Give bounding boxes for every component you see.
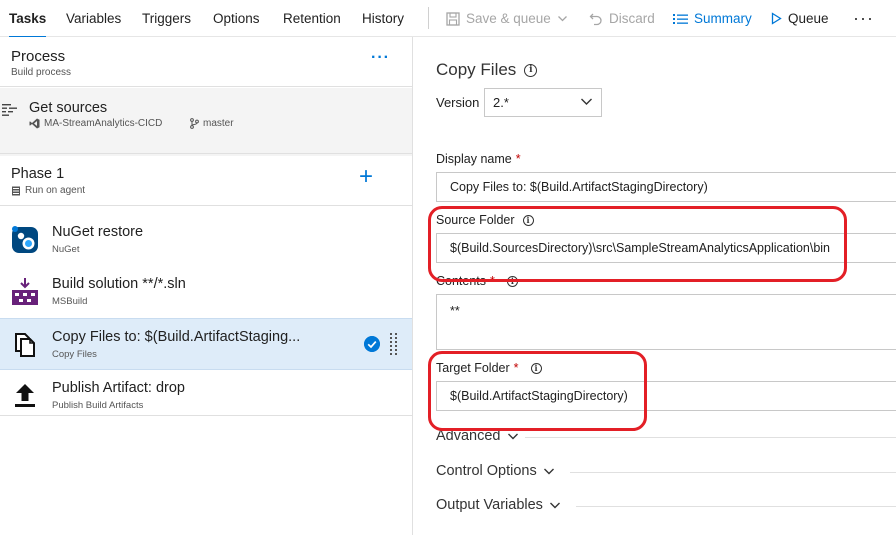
chevron-down-icon bbox=[543, 468, 554, 475]
agent-icon bbox=[12, 186, 20, 195]
display-name-label: Display name bbox=[436, 152, 512, 166]
visual-studio-icon bbox=[29, 118, 40, 129]
chevron-down-icon bbox=[507, 433, 518, 440]
version-value: 2.* bbox=[493, 95, 509, 110]
msbuild-icon bbox=[12, 278, 38, 305]
process-title: Process bbox=[11, 48, 66, 65]
branch-icon bbox=[190, 118, 199, 129]
task-name: Build solution **/*.sln bbox=[52, 276, 186, 292]
required-marker: * bbox=[515, 152, 521, 166]
required-marker: * bbox=[513, 361, 519, 375]
tab-retention[interactable]: Retention bbox=[283, 0, 341, 37]
chevron-down-icon bbox=[557, 16, 567, 22]
sources-list-icon bbox=[2, 104, 17, 116]
copy-files-icon bbox=[15, 333, 35, 357]
contents-label: Contents bbox=[436, 274, 487, 288]
task-type: NuGet bbox=[52, 244, 80, 255]
chevron-down-icon bbox=[581, 98, 592, 105]
tab-tasks[interactable]: Tasks bbox=[9, 0, 47, 38]
tab-options[interactable]: Options bbox=[213, 0, 260, 37]
process-subtitle: Build process bbox=[11, 67, 72, 78]
info-icon[interactable]: i bbox=[530, 362, 542, 374]
section-divider bbox=[570, 472, 896, 473]
add-task-button[interactable]: + bbox=[359, 165, 373, 189]
task-type: MSBuild bbox=[52, 296, 88, 307]
task-type: Publish Build Artifacts bbox=[52, 400, 144, 411]
upload-icon bbox=[15, 384, 35, 407]
control-options-label: Control Options bbox=[436, 463, 537, 479]
chevron-down-icon bbox=[549, 502, 560, 509]
version-label: Version bbox=[436, 95, 480, 110]
required-marker: * bbox=[490, 274, 495, 288]
undo-icon bbox=[589, 13, 602, 25]
phase-title: Phase 1 bbox=[11, 166, 65, 182]
section-divider bbox=[525, 437, 896, 438]
more-actions-button[interactable]: ··· bbox=[853, 0, 874, 37]
contents-textarea[interactable]: ** bbox=[436, 294, 896, 350]
info-icon[interactable]: i bbox=[522, 214, 534, 226]
output-variables-label: Output Variables bbox=[436, 497, 543, 513]
queue-button[interactable]: Queue bbox=[771, 0, 829, 37]
source-folder-label-row: Source Folder i bbox=[436, 213, 534, 227]
save-icon bbox=[446, 11, 460, 26]
summary-list-icon bbox=[673, 13, 688, 24]
task-build-solution[interactable]: Build solution **/*.sln MSBuild bbox=[0, 266, 412, 318]
version-select[interactable]: 2.* bbox=[484, 88, 602, 117]
summary-label: Summary bbox=[694, 11, 752, 26]
task-nuget-restore[interactable]: NuGet restore NuGet bbox=[0, 214, 412, 266]
enabled-check-icon[interactable] bbox=[364, 336, 380, 352]
task-details-panel: Copy Files i Version 2.* Display name * … bbox=[413, 37, 896, 535]
task-title-row: Copy Files i bbox=[436, 60, 538, 80]
tab-triggers[interactable]: Triggers bbox=[142, 0, 191, 37]
toolbar-separator bbox=[428, 7, 429, 29]
summary-button[interactable]: Summary bbox=[673, 0, 752, 37]
phase-subtitle: Run on agent bbox=[25, 185, 86, 196]
control-options-section-toggle[interactable]: Control Options bbox=[436, 463, 555, 479]
info-icon[interactable]: i bbox=[506, 275, 518, 287]
display-name-input[interactable]: Copy Files to: $(Build.ArtifactStagingDi… bbox=[436, 172, 896, 202]
branch-info: master bbox=[190, 118, 234, 129]
task-name: Publish Artifact: drop bbox=[52, 380, 185, 396]
discard-label: Discard bbox=[609, 11, 655, 26]
source-folder-label: Source Folder bbox=[436, 213, 515, 227]
top-toolbar: Tasks Variables Triggers Options Retenti… bbox=[0, 0, 896, 38]
branch-name: master bbox=[203, 118, 234, 129]
get-sources-title: Get sources bbox=[29, 100, 108, 116]
display-name-label-row: Display name * bbox=[436, 152, 521, 166]
target-folder-input[interactable]: $(Build.ArtifactStagingDirectory) bbox=[436, 381, 896, 411]
get-sources-item[interactable]: Get sources MA-StreamAnalytics-CICD mast… bbox=[0, 88, 412, 154]
task-name: Copy Files to: $(Build.ArtifactStaging..… bbox=[52, 329, 301, 345]
nuget-icon bbox=[12, 226, 38, 253]
play-icon bbox=[771, 12, 782, 25]
repo-info: MA-StreamAnalytics-CICD bbox=[29, 118, 162, 129]
process-more-button[interactable]: ··· bbox=[371, 49, 390, 67]
advanced-section-toggle[interactable]: Advanced bbox=[436, 428, 519, 444]
tab-history[interactable]: History bbox=[362, 0, 404, 37]
discard-button[interactable]: Discard bbox=[589, 0, 655, 37]
task-title: Copy Files bbox=[436, 60, 517, 79]
repo-name: MA-StreamAnalytics-CICD bbox=[44, 118, 163, 129]
target-folder-label-row: Target Folder * i bbox=[436, 361, 542, 375]
divider bbox=[0, 415, 412, 416]
target-folder-label: Target Folder bbox=[436, 361, 510, 375]
pipeline-task-list: Process Build process ··· Get sources MA… bbox=[0, 37, 412, 535]
phase-subtitle-row: Run on agent bbox=[11, 185, 85, 196]
section-divider bbox=[576, 506, 896, 507]
task-copy-files[interactable]: Copy Files to: $(Build.ArtifactStaging..… bbox=[0, 318, 412, 370]
save-and-queue-button[interactable]: Save & queue bbox=[446, 0, 568, 37]
task-type: Copy Files bbox=[52, 349, 97, 360]
info-icon[interactable]: i bbox=[524, 63, 538, 77]
source-folder-input[interactable]: $(Build.SourcesDirectory)\src\SampleStre… bbox=[436, 233, 896, 263]
drag-handle-icon[interactable] bbox=[390, 333, 398, 357]
contents-label-row: Contents * i bbox=[436, 274, 518, 288]
tab-variables[interactable]: Variables bbox=[66, 0, 121, 37]
process-header[interactable]: Process Build process ··· bbox=[0, 37, 412, 87]
output-variables-section-toggle[interactable]: Output Variables bbox=[436, 497, 561, 513]
phase-header[interactable]: Phase 1 Run on agent + bbox=[0, 156, 412, 206]
task-name: NuGet restore bbox=[52, 224, 144, 240]
save-and-queue-label: Save & queue bbox=[466, 11, 551, 26]
queue-label: Queue bbox=[788, 11, 829, 26]
advanced-label: Advanced bbox=[436, 428, 501, 444]
